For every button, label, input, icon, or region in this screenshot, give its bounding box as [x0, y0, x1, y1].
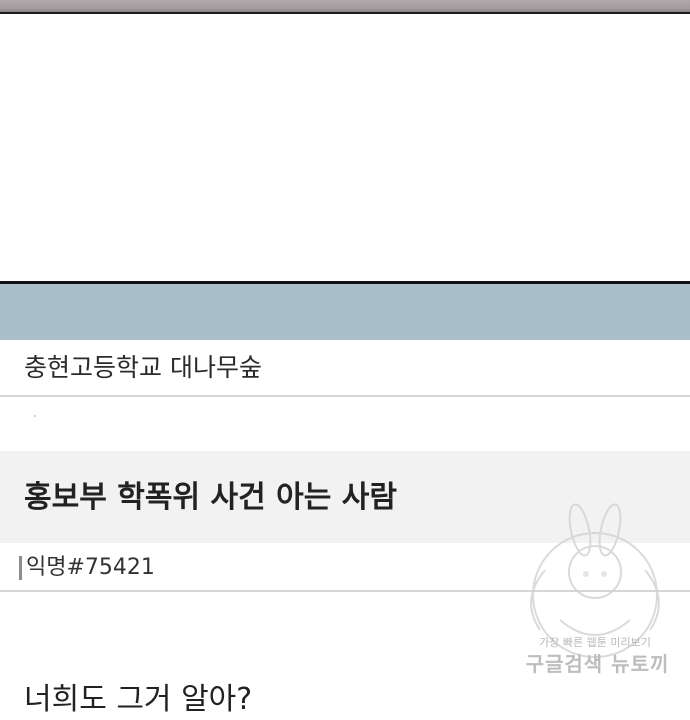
author-marker: [19, 556, 22, 580]
post-body: 너희도 그거 알아?: [24, 682, 253, 717]
watermark-brand: 구글검색 뉴토끼: [525, 652, 670, 676]
decorative-dot: [34, 415, 36, 417]
image-panel-edge: [0, 0, 690, 14]
board-name: 충현고등학교 대나무숲: [24, 353, 262, 382]
watermark: 가장 빠른 웹툰 미리보기 구글검색 뉴토끼: [500, 500, 690, 690]
post-author: 익명#75421: [26, 555, 155, 580]
post-title: 홍보부 학폭위 사건 아는 사람: [24, 480, 397, 515]
panel-top-border: [0, 12, 690, 14]
divider: [0, 395, 690, 397]
board-header-band: [0, 284, 690, 340]
